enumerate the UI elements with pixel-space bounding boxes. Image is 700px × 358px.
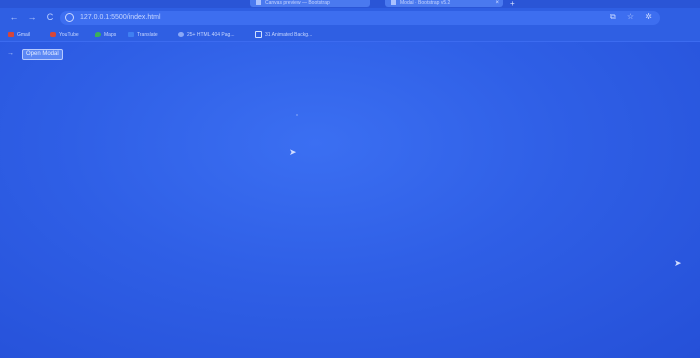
bookmark-maps[interactable]: Maps	[95, 30, 116, 40]
extensions-icon[interactable]: ✲	[645, 12, 652, 21]
bookmark-label: YouTube	[59, 32, 79, 38]
arrow-icon: →	[7, 50, 14, 57]
screen-speck	[296, 114, 298, 116]
close-icon[interactable]: ×	[495, 0, 499, 7]
bookmark-label: Gmail	[17, 32, 31, 38]
new-tab-button[interactable]: +	[510, 0, 515, 8]
bookmark-animated-backgrounds[interactable]: 31 Animated Backg...	[255, 30, 312, 40]
youtube-icon	[50, 32, 56, 38]
address-url[interactable]: 127.0.0.1:5500/index.html	[80, 13, 161, 23]
bookmark-translate[interactable]: Translate	[128, 30, 158, 40]
page-content: → Open Modal ➤ ➤	[0, 43, 700, 358]
bookmark-gmail[interactable]: Gmail	[8, 30, 30, 40]
bookmark-youtube[interactable]: YouTube	[50, 30, 79, 40]
back-arrow-icon[interactable]: ←	[8, 12, 20, 23]
tab-label: Modal · Bootstrap v5.2	[400, 0, 451, 6]
reload-icon[interactable]: C	[44, 12, 56, 23]
tab-canvas-preview[interactable]: Canvas preview — Bootstrap	[250, 0, 370, 7]
bookmark-page-icon	[255, 31, 262, 39]
bookmark-label: 31 Animated Backg...	[265, 32, 313, 38]
tab-label: Canvas preview — Bootstrap	[265, 0, 330, 6]
bookmark-html404[interactable]: 25+ HTML 404 Pag...	[178, 30, 234, 40]
mouse-cursor-icon: ➤	[289, 147, 297, 157]
globe-icon	[178, 32, 184, 38]
open-modal-button[interactable]: Open Modal	[22, 49, 63, 60]
tab-favicon-icon	[256, 0, 261, 6]
browser-toolbar: ← → C 127.0.0.1:5500/index.html ⧉ ☆ ✲	[0, 8, 700, 28]
tab-favicon-icon	[391, 0, 396, 6]
forward-arrow-icon[interactable]: →	[26, 12, 38, 23]
bookmark-label: Translate	[137, 32, 158, 38]
mouse-cursor-icon: ➤	[674, 258, 682, 268]
bookmark-star-icon[interactable]: ☆	[627, 12, 634, 21]
tab-strip: Canvas preview — Bootstrap Modal · Boots…	[0, 0, 700, 8]
bookmark-label: 25+ HTML 404 Pag...	[187, 32, 235, 38]
address-bar[interactable]: 127.0.0.1:5500/index.html ⧉ ☆ ✲	[60, 11, 660, 25]
translate-icon	[128, 32, 134, 38]
gmail-icon	[8, 32, 14, 38]
bookmark-label: Maps	[104, 32, 117, 38]
maps-icon	[95, 32, 101, 38]
omnibox-actions: ⧉ ☆ ✲	[601, 12, 652, 22]
site-info-icon[interactable]	[65, 13, 74, 22]
bookmarks-bar: Gmail YouTube Maps Translate 25+ HTML 40…	[0, 28, 700, 42]
install-app-icon[interactable]: ⧉	[610, 12, 616, 21]
tab-modal-bootstrap[interactable]: Modal · Bootstrap v5.2 ×	[385, 0, 503, 7]
